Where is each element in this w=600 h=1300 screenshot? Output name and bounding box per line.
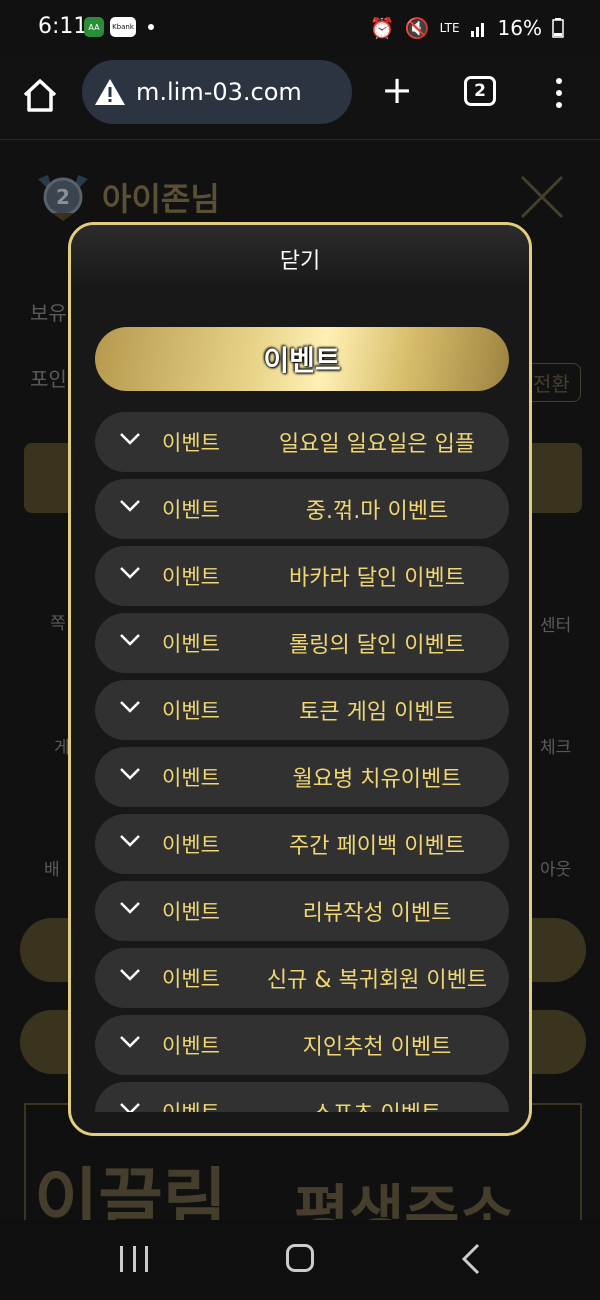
event-item[interactable]: 이벤트 주간 페이백 이벤트 [95, 814, 509, 874]
event-tag: 이벤트 [162, 1097, 220, 1112]
event-title: 롤링의 달인 이벤트 [289, 633, 465, 658]
event-title: 리뷰작성 이벤트 [302, 901, 452, 926]
mute-icon: 🔇 [404, 16, 430, 40]
event-item[interactable]: 이벤트 신규 & 복귀회원 이벤트 [95, 948, 509, 1008]
tab-switcher-button[interactable]: 2 [464, 76, 496, 106]
event-tag: 이벤트 [162, 833, 220, 857]
chevron-down-icon [120, 500, 140, 512]
event-tag: 이벤트 [162, 967, 220, 991]
chevron-down-icon [120, 969, 140, 981]
event-item[interactable]: 이벤트 지인추천 이벤트 [95, 1015, 509, 1075]
event-title: 신규 & 복귀회원 이벤트 [266, 968, 488, 993]
event-title: 바카라 달인 이벤트 [289, 566, 465, 591]
event-tag: 이벤트 [162, 699, 220, 723]
address-bar[interactable]: m.lim-03.com [82, 60, 352, 124]
status-bar: 6:11 AA Kbank ⏰ 🔇 LTE 16% [0, 0, 600, 58]
system-nav-bar [0, 1220, 600, 1300]
signal-icon [470, 23, 484, 37]
browser-menu-button[interactable] [554, 78, 564, 108]
battery-icon [552, 18, 564, 38]
battery-level: 16% [497, 16, 542, 40]
modal-close-bar[interactable]: 닫기 [71, 225, 529, 293]
chevron-down-icon [120, 902, 140, 914]
chevron-down-icon [120, 1103, 140, 1112]
event-item[interactable]: 이벤트 토큰 게임 이벤트 [95, 680, 509, 740]
more-notifications-icon [148, 24, 154, 30]
chevron-down-icon [120, 634, 140, 646]
event-tag: 이벤트 [162, 498, 220, 522]
chevron-down-icon [120, 835, 140, 847]
event-tag: 이벤트 [162, 565, 220, 589]
event-tag: 이벤트 [162, 431, 220, 455]
event-title: 토큰 게임 이벤트 [299, 700, 455, 725]
event-title: 스포츠 이벤트 [245, 1096, 509, 1112]
home-icon[interactable] [20, 76, 60, 116]
new-tab-button[interactable]: + [378, 70, 416, 112]
event-title: 지인추천 이벤트 [302, 1035, 452, 1060]
event-item[interactable]: 이벤트 일요일 일요일은 입플 [95, 412, 509, 472]
event-item[interactable]: 이벤트 월요병 치유이벤트 [95, 747, 509, 807]
recent-apps-icon[interactable] [120, 1246, 148, 1272]
event-item[interactable]: 이벤트 중.꺾.마 이벤트 [95, 479, 509, 539]
event-title: 일요일 일요일은 입플 [278, 432, 476, 457]
app-notification-icon: AA [84, 17, 104, 37]
event-title: 주간 페이백 이벤트 [289, 834, 465, 859]
event-title: 월요병 치유이벤트 [292, 767, 462, 792]
event-list[interactable]: 이벤트 일요일 일요일은 입플 이벤트 중.꺾.마 이벤트 이벤트 바카라 달인 이벤트 이… [95, 412, 509, 1112]
chevron-down-icon [120, 701, 140, 713]
alarm-icon: ⏰ [369, 16, 395, 40]
chevron-down-icon [120, 567, 140, 579]
chevron-down-icon [120, 433, 140, 445]
system-icons: ⏰ 🔇 LTE 16% [370, 16, 564, 40]
event-title: 중.꺾.마 이벤트 [305, 499, 449, 524]
home-button-icon[interactable] [286, 1244, 314, 1272]
close-button[interactable]: 닫기 [280, 243, 320, 275]
chevron-down-icon [120, 768, 140, 780]
back-icon[interactable] [456, 1242, 486, 1276]
event-tag: 이벤트 [162, 900, 220, 924]
event-item[interactable]: 이벤트 롤링의 달인 이벤트 [95, 613, 509, 673]
event-modal: 닫기 이벤트 이벤트 일요일 일요일은 입플 이벤트 중.꺾.마 이벤트 이벤트 바카라 … [68, 222, 532, 1136]
browser-toolbar: m.lim-03.com + 2 [0, 58, 600, 140]
event-item[interactable]: 이벤트 스포츠 이벤트 [95, 1082, 509, 1112]
event-tag: 이벤트 [162, 766, 220, 790]
event-item[interactable]: 이벤트 바카라 달인 이벤트 [95, 546, 509, 606]
screen: 6:11 AA Kbank ⏰ 🔇 LTE 16% m.lim-03.com +… [0, 0, 600, 1300]
event-item[interactable]: 이벤트 리뷰작성 이벤트 [95, 881, 509, 941]
chevron-down-icon [120, 1036, 140, 1048]
modal-title-bar: 이벤트 [95, 327, 509, 391]
status-time: 6:11 [38, 14, 88, 39]
url-text: m.lim-03.com [136, 78, 302, 106]
warning-icon[interactable] [94, 78, 126, 106]
event-tag: 이벤트 [162, 632, 220, 656]
notification-icons: AA Kbank [84, 17, 154, 37]
modal-title: 이벤트 [263, 344, 341, 377]
event-tag: 이벤트 [162, 1034, 220, 1058]
kbank-notification-icon: Kbank [110, 17, 136, 37]
network-type: LTE [439, 21, 460, 35]
